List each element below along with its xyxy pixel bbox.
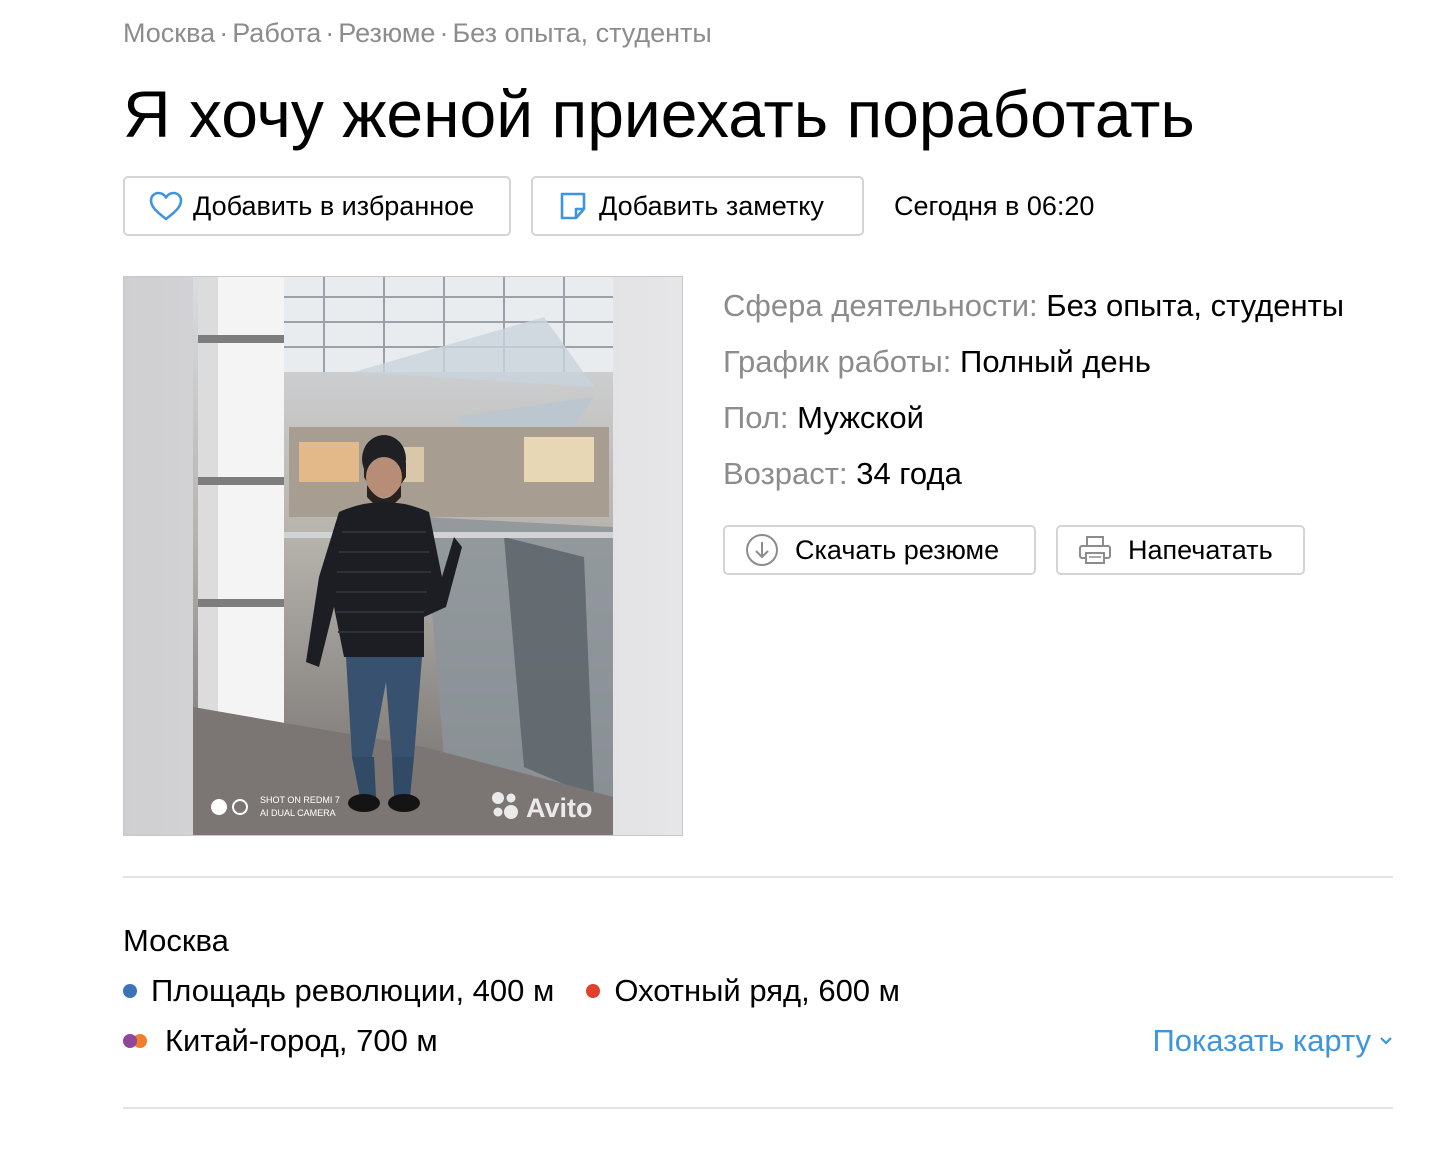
printer-icon <box>1078 535 1112 565</box>
param-activity-key: Сфера деятельности: <box>723 288 1038 323</box>
param-schedule: График работы: Полный день <box>723 334 1344 390</box>
breadcrumb-item-work[interactable]: Работа <box>232 18 321 48</box>
metro-station-item: Площадь революции, 400 м <box>123 973 554 1009</box>
param-age-key: Возраст: <box>723 456 848 491</box>
param-age-value: 34 года <box>856 456 962 491</box>
resume-actions: Скачать резюме Напечатать <box>723 525 1305 575</box>
resume-params: Сфера деятельности: Без опыта, студенты … <box>723 278 1344 502</box>
location-city: Москва <box>123 923 229 958</box>
param-age: Возраст: 34 года <box>723 446 1344 502</box>
param-activity: Сфера деятельности: Без опыта, студенты <box>723 278 1344 334</box>
avito-watermark: Avito <box>526 793 593 823</box>
add-to-favorites-label: Добавить в избранное <box>193 190 475 221</box>
param-gender: Пол: Мужской <box>723 390 1344 446</box>
metro-line-dot <box>586 984 601 998</box>
publish-date: Сегодня в 06:20 <box>894 190 1095 221</box>
param-schedule-key: График работы: <box>723 344 952 379</box>
param-gender-value: Мужской <box>797 400 924 435</box>
breadcrumb-item-city[interactable]: Москва <box>123 18 215 48</box>
download-resume-label: Скачать резюме <box>795 534 1000 565</box>
add-note-button[interactable]: Добавить заметку <box>531 176 864 236</box>
camera-caption-line1: SHOT ON REDMI 7 <box>260 795 340 805</box>
note-icon <box>557 190 589 222</box>
chevron-down-icon <box>1379 1036 1393 1046</box>
show-map-label: Показать карту <box>1152 1023 1371 1058</box>
print-label: Напечатать <box>1128 534 1273 565</box>
add-note-label: Добавить заметку <box>599 190 824 221</box>
download-icon <box>745 533 779 567</box>
section-divider <box>123 1107 1393 1109</box>
metro-line-dots <box>123 1034 151 1048</box>
add-to-favorites-button[interactable]: Добавить в избранное <box>123 176 511 236</box>
metro-station-item: Охотный ряд, 600 м <box>586 973 900 1009</box>
breadcrumb-separator: · <box>325 18 335 48</box>
print-button[interactable]: Напечатать <box>1056 525 1305 575</box>
page-title: Я хочу женой приехать поработать <box>123 77 1195 151</box>
metro-station-name: Площадь революции, 400 м <box>151 973 555 1008</box>
download-resume-button[interactable]: Скачать резюме <box>723 525 1036 575</box>
breadcrumb-separator: · <box>439 18 449 48</box>
breadcrumb-item-resume[interactable]: Резюме <box>338 18 435 48</box>
metro-row-2: Китай-город, 700 м <box>123 1023 438 1059</box>
resume-photo-image: SHOT ON REDMI 7 AI DUAL CAMERA Avito <box>124 277 682 835</box>
breadcrumb-separator: · <box>219 18 229 48</box>
metro-line-dot <box>123 984 137 998</box>
param-activity-value: Без опыта, студенты <box>1046 288 1345 323</box>
param-schedule-value: Полный день <box>960 344 1151 379</box>
metro-station-item: Китай-город, 700 м <box>123 1023 438 1059</box>
heart-icon <box>149 191 183 221</box>
breadcrumb-item-category[interactable]: Без опыта, студенты <box>452 18 711 48</box>
resume-photo[interactable]: SHOT ON REDMI 7 AI DUAL CAMERA Avito <box>123 276 683 836</box>
section-divider <box>123 876 1393 878</box>
action-bar: Добавить в избранное Добавить заметку Се… <box>123 176 1094 236</box>
metro-station-name: Китай-город, 700 м <box>165 1023 438 1058</box>
param-gender-key: Пол: <box>723 400 789 435</box>
metro-row-1: Площадь революции, 400 м Охотный ряд, 60… <box>123 973 900 1009</box>
camera-caption-line2: AI DUAL CAMERA <box>260 808 336 818</box>
breadcrumb: Москва · Работа · Резюме · Без опыта, студенты <box>123 18 712 49</box>
show-map-link[interactable]: Показать карту <box>1153 1023 1393 1059</box>
metro-station-name: Охотный ряд, 600 м <box>614 973 900 1008</box>
